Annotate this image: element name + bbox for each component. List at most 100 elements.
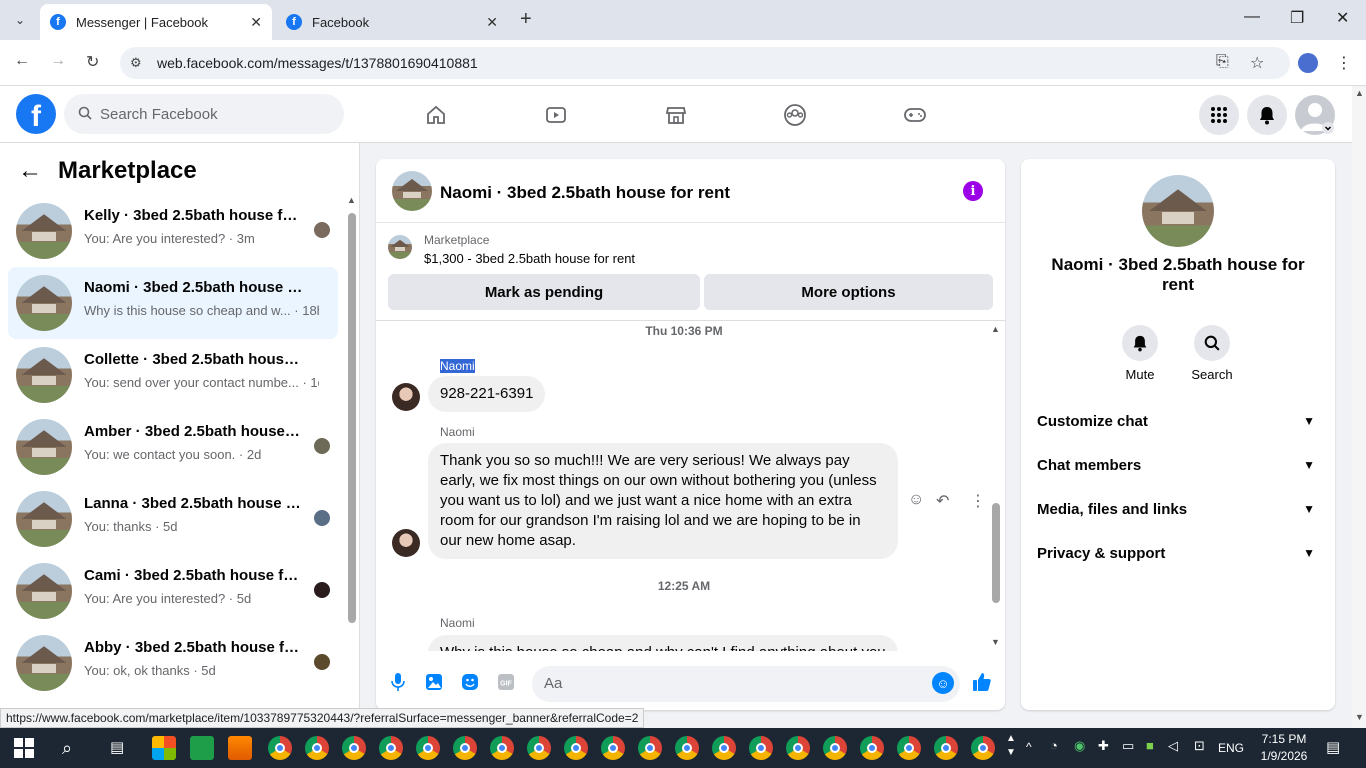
chat-listing-avatar[interactable]	[392, 171, 432, 211]
message-bubble[interactable]: Thank you so so much!!! We are very seri…	[428, 443, 898, 559]
chrome-taskbar-icon[interactable]	[379, 736, 403, 760]
close-window-icon[interactable]: ✕	[1336, 8, 1349, 28]
privacy-support-section[interactable]: Privacy & support ▼	[1037, 533, 1319, 573]
chrome-taskbar-icon[interactable]	[268, 736, 292, 760]
account-avatar[interactable]	[1295, 95, 1335, 135]
search-in-conversation-button[interactable]: Search	[1182, 325, 1242, 382]
sender-avatar[interactable]	[392, 529, 420, 557]
conversation-lanna[interactable]: Lanna · 3bed 2.5bath house for rent You:…	[8, 483, 338, 555]
chrome-taskbar-icon[interactable]	[601, 736, 625, 760]
sender-avatar[interactable]	[392, 383, 420, 411]
language-indicator[interactable]: ENG	[1218, 741, 1244, 755]
battery-icon[interactable]: ▭	[1122, 738, 1134, 754]
sidebar-scrollbar[interactable]: ▲	[346, 195, 356, 623]
gaming-icon[interactable]	[902, 102, 928, 128]
search-facebook-input[interactable]: Search Facebook	[64, 94, 344, 134]
browser-menu-icon[interactable]: ⋮	[1336, 53, 1352, 73]
photo-icon[interactable]	[424, 672, 444, 692]
task-view-icon[interactable]: ▤	[110, 738, 124, 756]
listing-thumbnail[interactable]	[388, 235, 412, 259]
notification-center-icon[interactable]: ▤	[1326, 738, 1340, 756]
restore-icon[interactable]: ❐	[1290, 8, 1304, 28]
message-input[interactable]: Aa	[532, 666, 960, 702]
sheets-app-icon[interactable]	[190, 736, 214, 760]
windows-start-icon[interactable]	[14, 738, 34, 758]
chrome-taskbar-icon[interactable]	[453, 736, 477, 760]
react-emoji-icon[interactable]: ☺	[908, 491, 924, 509]
conversation-amber[interactable]: Amber · 3bed 2.5bath house for rent You:…	[8, 411, 338, 483]
chrome-taskbar-icon[interactable]	[934, 736, 958, 760]
vlc-icon[interactable]	[228, 736, 252, 760]
chrome-taskbar-icon[interactable]	[897, 736, 921, 760]
microphone-icon[interactable]	[388, 672, 408, 692]
customize-chat-section[interactable]: Customize chat ▼	[1037, 401, 1319, 441]
reply-icon[interactable]: ↶	[936, 491, 949, 511]
tray-green-app-icon[interactable]: ■	[1146, 738, 1154, 753]
chat-scrollbar[interactable]: ▲ ▼	[990, 324, 1002, 649]
bookmark-star-icon[interactable]: ☆	[1250, 53, 1264, 73]
tab-facebook[interactable]: f Facebook ✕	[276, 4, 508, 40]
chrome-taskbar-icon[interactable]	[305, 736, 329, 760]
listing-avatar-large[interactable]	[1142, 175, 1214, 247]
sticker-icon[interactable]	[460, 672, 480, 692]
chat-members-section[interactable]: Chat members ▼	[1037, 445, 1319, 485]
scroll-down-arrow-icon[interactable]: ▼	[1355, 712, 1364, 722]
profile-extension-icon[interactable]	[1298, 53, 1318, 73]
chat-title[interactable]: Naomi · 3bed 2.5bath house for rent	[440, 183, 730, 203]
message-bubble[interactable]: Why is this house so cheap and why can't…	[428, 635, 898, 651]
like-thumbs-up-icon[interactable]	[972, 672, 992, 692]
chrome-taskbar-icon[interactable]	[823, 736, 847, 760]
marketplace-icon[interactable]	[663, 102, 689, 128]
chrome-taskbar-icon[interactable]	[675, 736, 699, 760]
conversation-naomi[interactable]: Naomi · 3bed 2.5bath house for rent Why …	[8, 267, 338, 339]
scrollbar-thumb[interactable]	[348, 213, 356, 623]
forward-icon[interactable]: →	[50, 52, 66, 70]
conversation-collette[interactable]: Collette · 3bed 2.5bath house for rent Y…	[8, 339, 338, 411]
more-options-button[interactable]: More options	[704, 274, 993, 310]
chrome-taskbar-icon[interactable]	[527, 736, 551, 760]
chrome-taskbar-icon[interactable]	[786, 736, 810, 760]
conversation-cami[interactable]: Cami · 3bed 2.5bath house for rent You: …	[8, 555, 338, 627]
chrome-taskbar-icon[interactable]	[564, 736, 588, 760]
conversation-kelly[interactable]: Kelly · 3bed 2.5bath house for rent You:…	[8, 195, 338, 267]
watch-icon[interactable]	[543, 102, 569, 128]
chrome-taskbar-icon[interactable]	[712, 736, 736, 760]
scroll-up-arrow-icon[interactable]: ▲	[347, 195, 356, 205]
new-tab-icon[interactable]: +	[520, 8, 532, 31]
network-icon[interactable]: ⊡	[1194, 738, 1205, 754]
search-icon[interactable]: ⌕	[62, 738, 72, 759]
show-hidden-icons-chevron-icon[interactable]: ^	[1026, 740, 1032, 754]
emoji-picker-icon[interactable]: ☺	[932, 672, 954, 694]
chrome-taskbar-icon[interactable]	[490, 736, 514, 760]
clock-time[interactable]: 7:15 PM	[1252, 732, 1316, 746]
mark-as-pending-button[interactable]: Mark as pending	[388, 274, 700, 310]
conversation-info-icon[interactable]: i	[963, 181, 983, 201]
back-icon[interactable]: ←	[14, 52, 30, 70]
message-more-icon[interactable]: ⋮	[970, 491, 986, 511]
minimize-icon[interactable]: —	[1244, 8, 1260, 26]
back-arrow-icon[interactable]: ←	[18, 157, 42, 185]
facebook-logo[interactable]: f	[16, 94, 56, 134]
media-files-links-section[interactable]: Media, files and links ▼	[1037, 489, 1319, 529]
site-info-icon[interactable]: ⚙	[130, 55, 142, 71]
tab-search-dropdown-icon[interactable]: ⌄	[8, 8, 32, 32]
install-app-icon[interactable]: ⎘	[1216, 53, 1229, 71]
gif-icon[interactable]: GIF	[496, 672, 516, 692]
home-icon[interactable]	[423, 102, 449, 128]
page-scrollbar[interactable]: ▲ ▼	[1352, 86, 1366, 728]
chrome-taskbar-icon[interactable]	[342, 736, 366, 760]
wifi-icon[interactable]: ◔	[1050, 738, 1058, 753]
mute-button[interactable]: Mute	[1110, 325, 1170, 382]
scroll-down-arrow-icon[interactable]: ▼	[991, 637, 1000, 647]
close-tab-icon[interactable]: ✕	[250, 14, 262, 31]
scroll-up-arrow-icon[interactable]: ▲	[1355, 88, 1364, 98]
listing-title-link[interactable]: $1,300 - 3bed 2.5bath house for rent	[424, 251, 635, 266]
clock-date[interactable]: 1/9/2026	[1252, 749, 1316, 763]
reload-icon[interactable]: ↻	[86, 52, 99, 72]
chrome-taskbar-icon[interactable]	[638, 736, 662, 760]
chrome-taskbar-icon[interactable]	[749, 736, 773, 760]
volume-icon[interactable]: ◁	[1168, 738, 1178, 754]
store-icon[interactable]	[152, 736, 176, 760]
security-shield-icon[interactable]: ◉	[1074, 738, 1085, 754]
scrollbar-thumb[interactable]	[992, 503, 1000, 603]
